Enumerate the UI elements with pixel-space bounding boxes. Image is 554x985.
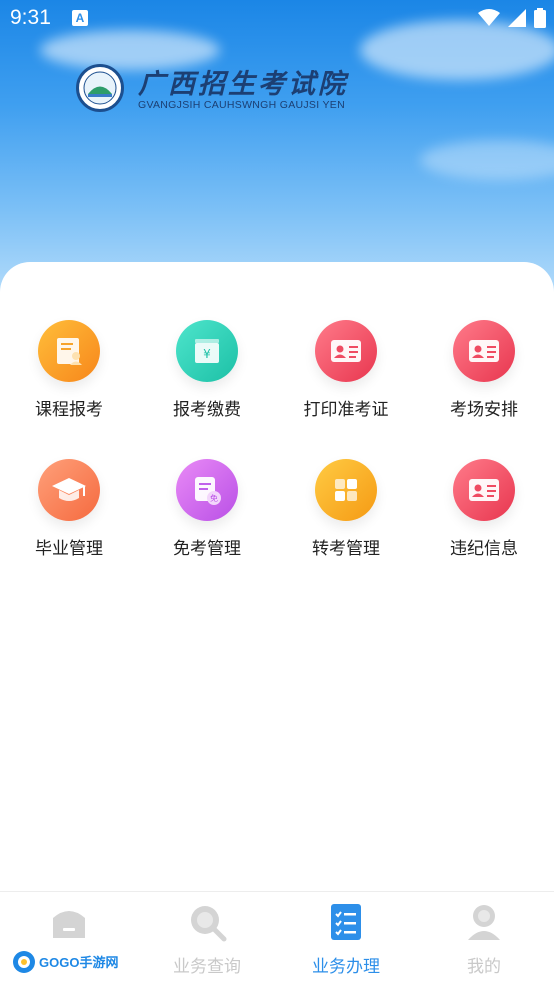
exemption-icon: 免 [176,459,238,521]
service-violation[interactable]: 违纪信息 [415,459,553,559]
service-course-register[interactable]: 课程报考 [0,320,138,420]
checklist-icon [331,904,361,940]
course-register-icon [38,320,100,382]
app-logo: 广西招生考试院 GVANGJSIH CAUHSWNGH GAUJSI YEN [76,62,356,118]
violation-info-icon [453,459,515,521]
logo-subtitle: GVANGJSIH CAUHSWNGH GAUJSI YEN [138,99,345,111]
home-icon [53,911,85,938]
search-icon [191,906,227,942]
watermark-text: GOGO手游网 [39,955,119,970]
graduation-cap-icon [38,459,100,521]
tab-label: 业务查询 [173,957,241,977]
profile-icon [468,905,500,940]
header-background [0,0,554,300]
services-card: 课程报考 ¥ 报考缴费 打印准考证 考场安排 毕业管理 免 免考管理 转考管理 … [0,262,554,892]
tab-label: 业务办理 [312,957,380,977]
logo-title: 广西招生考试院 [138,69,348,100]
service-exemption[interactable]: 免 免考管理 [138,459,276,559]
transfer-icon [315,459,377,521]
tab-label: 我的 [467,957,501,977]
svg-text:¥: ¥ [203,347,211,361]
service-print-admission[interactable]: 打印准考证 [277,320,415,420]
signal-icon [508,9,526,27]
service-transfer[interactable]: 转考管理 [277,459,415,559]
watermark-logo: GOGO手游网 [12,948,120,976]
logo-emblem-icon [76,64,124,112]
status-bar: 9:31 A [0,0,554,38]
service-graduation[interactable]: 毕业管理 [0,459,138,559]
service-label: 毕业管理 [35,539,103,559]
tab-business-query[interactable]: 业务查询 [138,902,276,977]
notification-badge: A [72,10,88,26]
service-label: 打印准考证 [303,400,389,420]
tab-business-handle[interactable]: 业务办理 [277,902,415,977]
wifi-icon [478,9,500,26]
svg-text:免: 免 [210,493,218,503]
status-time: 9:31 [10,6,51,29]
payment-icon: ¥ [176,320,238,382]
tab-home[interactable] [0,902,138,952]
battery-icon [534,8,546,28]
service-label: 免考管理 [173,539,241,559]
service-payment[interactable]: ¥ 报考缴费 [138,320,276,420]
service-exam-room[interactable]: 考场安排 [415,320,553,420]
service-label: 报考缴费 [173,400,241,420]
cloud [420,140,554,180]
service-label: 转考管理 [312,539,380,559]
admission-ticket-icon [315,320,377,382]
service-label: 课程报考 [35,400,103,420]
service-label: 违纪信息 [450,539,518,559]
tab-profile[interactable]: 我的 [415,902,553,977]
service-label: 考场安排 [450,400,518,420]
exam-room-icon [453,320,515,382]
